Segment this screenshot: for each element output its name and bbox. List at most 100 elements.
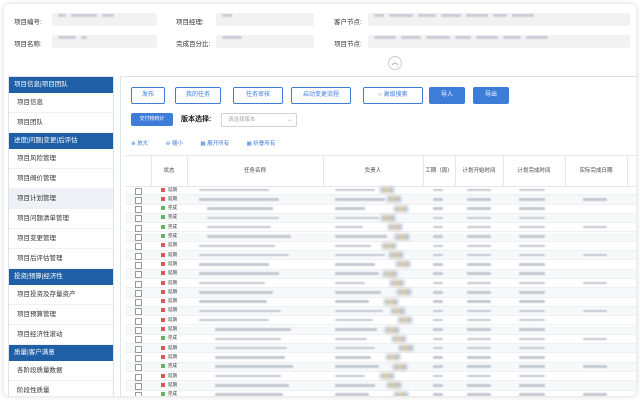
app-window: 项目编号: 项目经理: 客户节点: 项目名称: 完成百分比: 项目节点: ︿ 项… — [4, 4, 636, 396]
owner-cell — [335, 356, 371, 359]
table-row[interactable]: 延期 — [125, 279, 636, 289]
sidebar-item[interactable]: 项目信息 — [9, 93, 113, 113]
table-row[interactable]: 完成 — [125, 391, 636, 396]
zoom-in-tool[interactable]: ⊕ 放大 — [131, 141, 156, 147]
duration-cell — [433, 207, 443, 210]
row-checkbox[interactable] — [135, 299, 142, 307]
row-checkbox[interactable] — [135, 271, 142, 279]
sidebar-item[interactable]: 各阶段质量数据 — [9, 361, 113, 381]
export-button[interactable]: 导出 — [473, 87, 509, 104]
row-checkbox[interactable] — [135, 327, 142, 334]
expand-all-tool[interactable]: ▦ 展开所有 — [200, 141, 237, 147]
import-button[interactable]: 导入 — [429, 87, 465, 104]
table-row[interactable]: 延期 — [125, 288, 636, 298]
sidebar-item[interactable]: 项目投资及存量资产 — [9, 285, 113, 305]
row-checkbox[interactable] — [135, 336, 142, 344]
duration-cell — [433, 374, 443, 378]
sidebar-section-header[interactable]: 投资|预算|经济性 — [9, 269, 113, 285]
row-checkbox[interactable] — [135, 289, 142, 297]
table-row[interactable]: 延期 — [125, 316, 636, 326]
row-checkbox[interactable] — [135, 392, 142, 396]
my-tasks-button[interactable]: 我的任务 — [175, 87, 221, 104]
sidebar-section-header[interactable]: 进度|问题|变更|后评估 — [9, 133, 113, 149]
row-checkbox[interactable] — [135, 215, 142, 223]
table-row[interactable]: 延期 — [125, 269, 636, 279]
duration-cell — [433, 263, 443, 266]
table-row[interactable]: 延期 — [125, 298, 636, 307]
table-row[interactable]: 延期 — [125, 186, 636, 196]
table-row[interactable]: 延期 — [125, 325, 636, 335]
row-checkbox[interactable] — [135, 261, 142, 269]
row-checkbox[interactable] — [135, 252, 142, 260]
table-row[interactable]: 延期 — [125, 353, 636, 363]
owner-cell — [335, 393, 369, 396]
row-checkbox[interactable] — [135, 373, 142, 381]
status-indicator — [161, 215, 165, 220]
table-row[interactable]: 完成 — [125, 232, 636, 242]
collapse-all-tool[interactable]: ▦ 折叠所有 — [247, 141, 284, 147]
row-checkbox[interactable] — [135, 243, 142, 251]
owner-cell — [335, 318, 373, 322]
sidebar-item[interactable]: 项目阀价管理 — [9, 169, 113, 189]
row-checkbox[interactable] — [135, 364, 142, 372]
row-checkbox[interactable] — [135, 317, 142, 325]
row-checkbox[interactable] — [135, 382, 142, 390]
table-row[interactable]: 延期 — [125, 195, 636, 205]
row-checkbox[interactable] — [135, 280, 142, 288]
status-indicator — [161, 289, 165, 294]
row-checkbox[interactable] — [135, 206, 142, 214]
owner-avatar — [380, 187, 394, 193]
table-row[interactable]: 延期 — [125, 381, 636, 391]
sidebar-item[interactable]: 项目经济性滚动 — [9, 325, 113, 345]
status-text: 完成 — [168, 214, 177, 220]
table-row[interactable]: 完成 — [125, 362, 636, 372]
row-checkbox[interactable] — [135, 196, 142, 204]
plan-end-cell — [519, 272, 545, 275]
table-row[interactable]: 延期 — [125, 260, 636, 270]
deliverables-stats-button[interactable]: 交付物统计 — [131, 113, 173, 126]
table-row[interactable]: 完成 — [125, 213, 636, 224]
row-checkbox[interactable] — [135, 308, 142, 316]
status-indicator — [161, 280, 165, 285]
task-name-cell — [215, 328, 291, 331]
sidebar-section-header[interactable]: 项目信息|项目团队 — [9, 77, 113, 93]
sidebar-section-header[interactable]: 质量|客户满意 — [9, 345, 113, 361]
table-row[interactable]: 完成 — [125, 205, 636, 214]
row-checkbox[interactable] — [135, 187, 142, 195]
advanced-search-button[interactable]: ○ 高级搜索 — [363, 87, 423, 104]
publish-button[interactable]: 发布 — [131, 87, 165, 104]
sidebar-item[interactable]: 项目问题清单管理 — [9, 209, 113, 229]
table-row[interactable]: 延期 — [125, 344, 636, 354]
status-indicator — [161, 354, 165, 359]
zoom-out-tool[interactable]: ⊖ 缩小 — [166, 141, 191, 147]
row-checkbox[interactable] — [135, 234, 142, 241]
sidebar-item[interactable]: 项目变更管理 — [9, 229, 113, 249]
sidebar-item[interactable]: 阶段性质量 — [9, 381, 113, 396]
status-text: 延期 — [168, 195, 177, 201]
advanced-search-label: 高级搜索 — [383, 92, 408, 98]
chevron-up-icon[interactable]: ︿ — [388, 56, 402, 70]
owner-cell — [335, 235, 387, 238]
table-row[interactable]: 延期 — [125, 372, 636, 382]
sidebar-item[interactable]: 项目预算管理 — [9, 305, 113, 325]
task-name-cell — [207, 207, 273, 210]
plan-start-cell — [467, 281, 491, 285]
task-review-button[interactable]: 任务审核 — [233, 87, 283, 104]
table-row[interactable]: 延期 — [125, 306, 636, 317]
sidebar-item-active[interactable]: 项目计划管理 — [9, 189, 113, 209]
sidebar-item[interactable]: 项目团队 — [9, 113, 113, 133]
version-select[interactable]: 请选择版本 ⌄ — [221, 113, 297, 127]
table-row[interactable]: 延期 — [125, 242, 636, 252]
table-row[interactable]: 完成 — [125, 335, 636, 345]
table-row[interactable]: 完成 — [125, 223, 636, 233]
sidebar-item[interactable]: 项目后评估管理 — [9, 249, 113, 269]
status-indicator — [161, 382, 165, 387]
sidebar-item[interactable]: 项目风险管理 — [9, 149, 113, 169]
start-change-button[interactable]: 启动变更流程 — [291, 87, 351, 104]
task-name-cell — [199, 244, 275, 248]
row-checkbox[interactable] — [135, 224, 142, 232]
table-row[interactable]: 延期 — [125, 251, 636, 261]
row-checkbox[interactable] — [135, 354, 142, 362]
row-checkbox[interactable] — [135, 345, 142, 353]
duration-cell — [433, 188, 443, 192]
